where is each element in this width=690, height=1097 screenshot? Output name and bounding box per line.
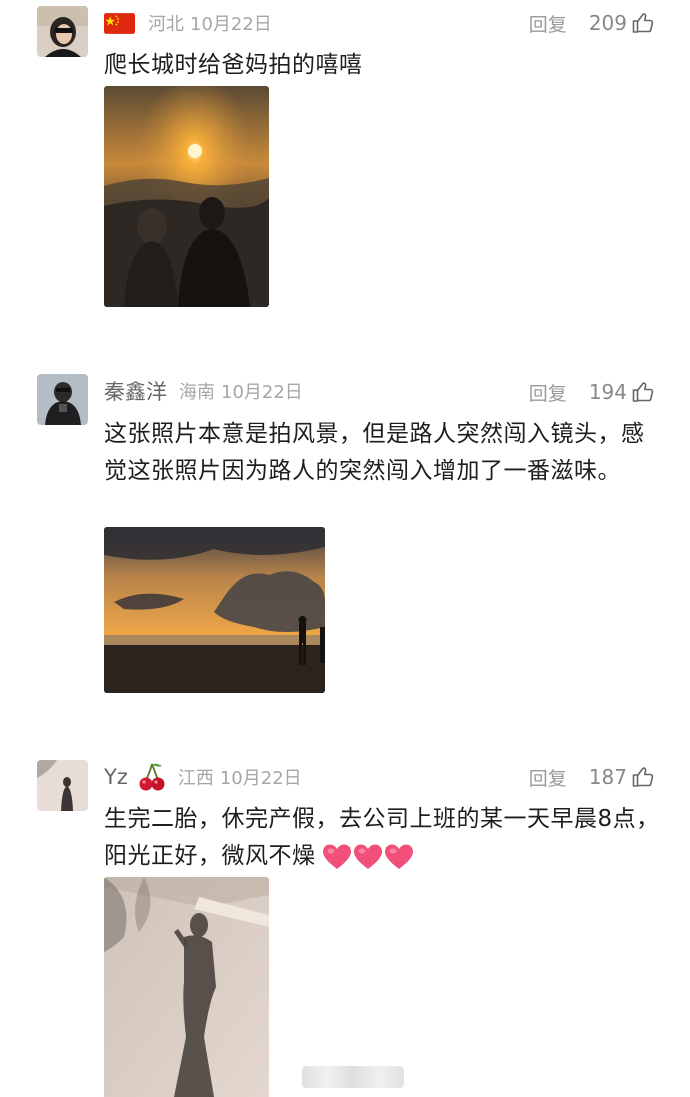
avatar-image xyxy=(37,6,88,57)
comment-meta: 河北 10月22日 xyxy=(104,8,272,38)
comment-actions: 回复 187 xyxy=(529,762,655,792)
avatar-image xyxy=(37,760,88,811)
heart-emoji-icon xyxy=(322,844,351,869)
watermark xyxy=(302,1066,404,1088)
reply-button[interactable]: 回复 xyxy=(529,10,567,37)
comment-text: 爬长城时给爸妈拍的嘻嘻 xyxy=(104,52,363,78)
user-avatar[interactable] xyxy=(37,760,88,811)
like-count: 209 xyxy=(588,11,627,35)
like-count: 194 xyxy=(588,380,627,404)
heart-emojis xyxy=(322,843,415,870)
reply-button[interactable]: 回复 xyxy=(529,379,567,406)
comment-actions: 回复 194 xyxy=(529,377,655,407)
like-count: 187 xyxy=(588,765,627,789)
comment-username[interactable]: 秦鑫洋 xyxy=(104,376,167,406)
cherry-emoji-icon xyxy=(139,763,165,791)
comment-text: 这张照片本意是拍风景，但是路人突然闯入镜头，感觉这张照片因为路人的突然闯入增加了… xyxy=(104,421,645,484)
reply-button[interactable]: 回复 xyxy=(529,764,567,791)
comment-actions: 回复 209 xyxy=(529,8,655,38)
user-avatar[interactable] xyxy=(37,6,88,57)
thumbs-up-icon[interactable] xyxy=(631,380,655,404)
user-avatar[interactable] xyxy=(37,374,88,425)
comment-username[interactable]: Yz xyxy=(104,765,128,789)
shadow-selfie-photo xyxy=(104,877,269,1097)
comment-image[interactable] xyxy=(104,877,269,1097)
comment-date: 10月22日 xyxy=(219,768,302,789)
comment-location: 江西 xyxy=(177,768,214,789)
thumbs-up-icon[interactable] xyxy=(631,11,655,35)
heart-emoji-icon xyxy=(384,844,413,869)
china-flag-icon xyxy=(104,12,135,34)
comment-location: 海南 xyxy=(179,382,215,403)
comment-location: 河北 xyxy=(148,14,184,35)
thumbs-up-icon[interactable] xyxy=(631,765,655,789)
comment-date: 10月22日 xyxy=(221,382,303,403)
comment-image[interactable] xyxy=(104,527,325,693)
comment-image[interactable] xyxy=(104,86,269,307)
avatar-image xyxy=(37,374,88,425)
sunset-great-wall-photo xyxy=(104,86,269,307)
comment-date: 10月22日 xyxy=(190,14,272,35)
heart-emoji-icon xyxy=(353,844,382,869)
comment-meta: 秦鑫洋 海南 10月22日 xyxy=(104,376,303,406)
comment-text: 生完二胎，休完产假，去公司上班的某一天早晨8点，阳光正好，微风不燥 xyxy=(104,801,664,875)
beach-sunset-photo xyxy=(104,527,325,693)
comment-meta: Yz 江西 10月22日 xyxy=(104,762,302,792)
